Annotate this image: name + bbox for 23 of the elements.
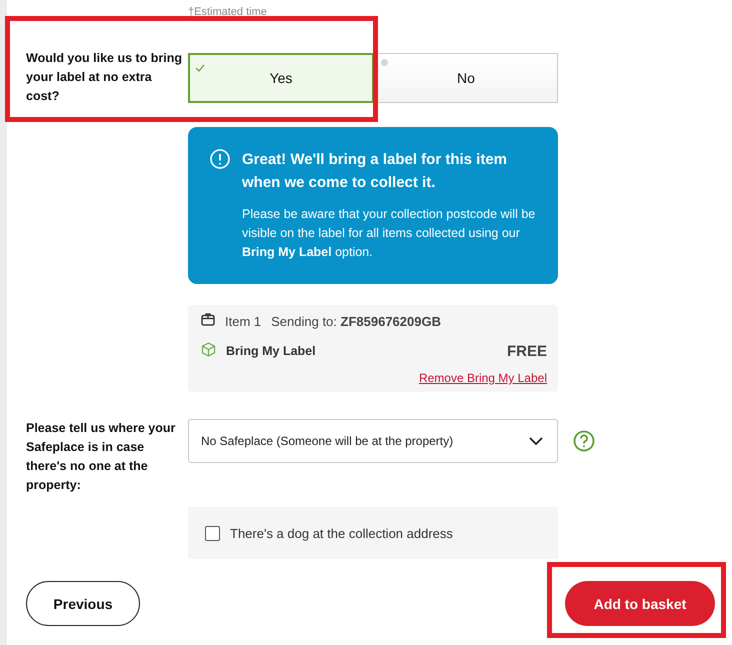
- chevron-down-icon: [529, 437, 543, 445]
- service-name: Bring My Label: [226, 344, 316, 358]
- remove-link[interactable]: Remove Bring My Label: [418, 371, 547, 385]
- info-title: Great! We'll bring a label for this item when we come to collect it.: [242, 150, 508, 193]
- question-label: Would you like us to bring your label at no extra cost?: [26, 50, 184, 105]
- safeplace-label: Please tell us where your Safeplace is in case there's no one at the property:: [26, 420, 176, 494]
- box-icon: [201, 313, 215, 326]
- add-to-basket-button[interactable]: Add to basket: [565, 581, 715, 626]
- checkbox[interactable]: [205, 526, 220, 540]
- radio-dot: [381, 58, 388, 66]
- safeplace-select[interactable]: No Safeplace (Someone will be at the property): [188, 419, 558, 463]
- item-name: Item 1: [225, 314, 262, 328]
- info-icon: [210, 149, 230, 169]
- help-icon[interactable]: [573, 430, 595, 452]
- info-text: Please be aware that your collection postcode will be visible on the label for all items collected using our Bring My Label option.: [242, 206, 536, 261]
- sending-to-text: Sending to: ZF859676209GB: [271, 314, 441, 328]
- check-icon: [195, 64, 205, 72]
- checkbox-label: There's a dog at the collection address: [230, 526, 453, 540]
- previous-button[interactable]: Previous: [26, 581, 140, 626]
- price-text: FREE: [506, 342, 547, 360]
- cube-icon: [201, 342, 216, 357]
- estimate-note: †Estimated time: [188, 5, 268, 20]
- option-button[interactable]: Yes: [188, 52, 374, 102]
